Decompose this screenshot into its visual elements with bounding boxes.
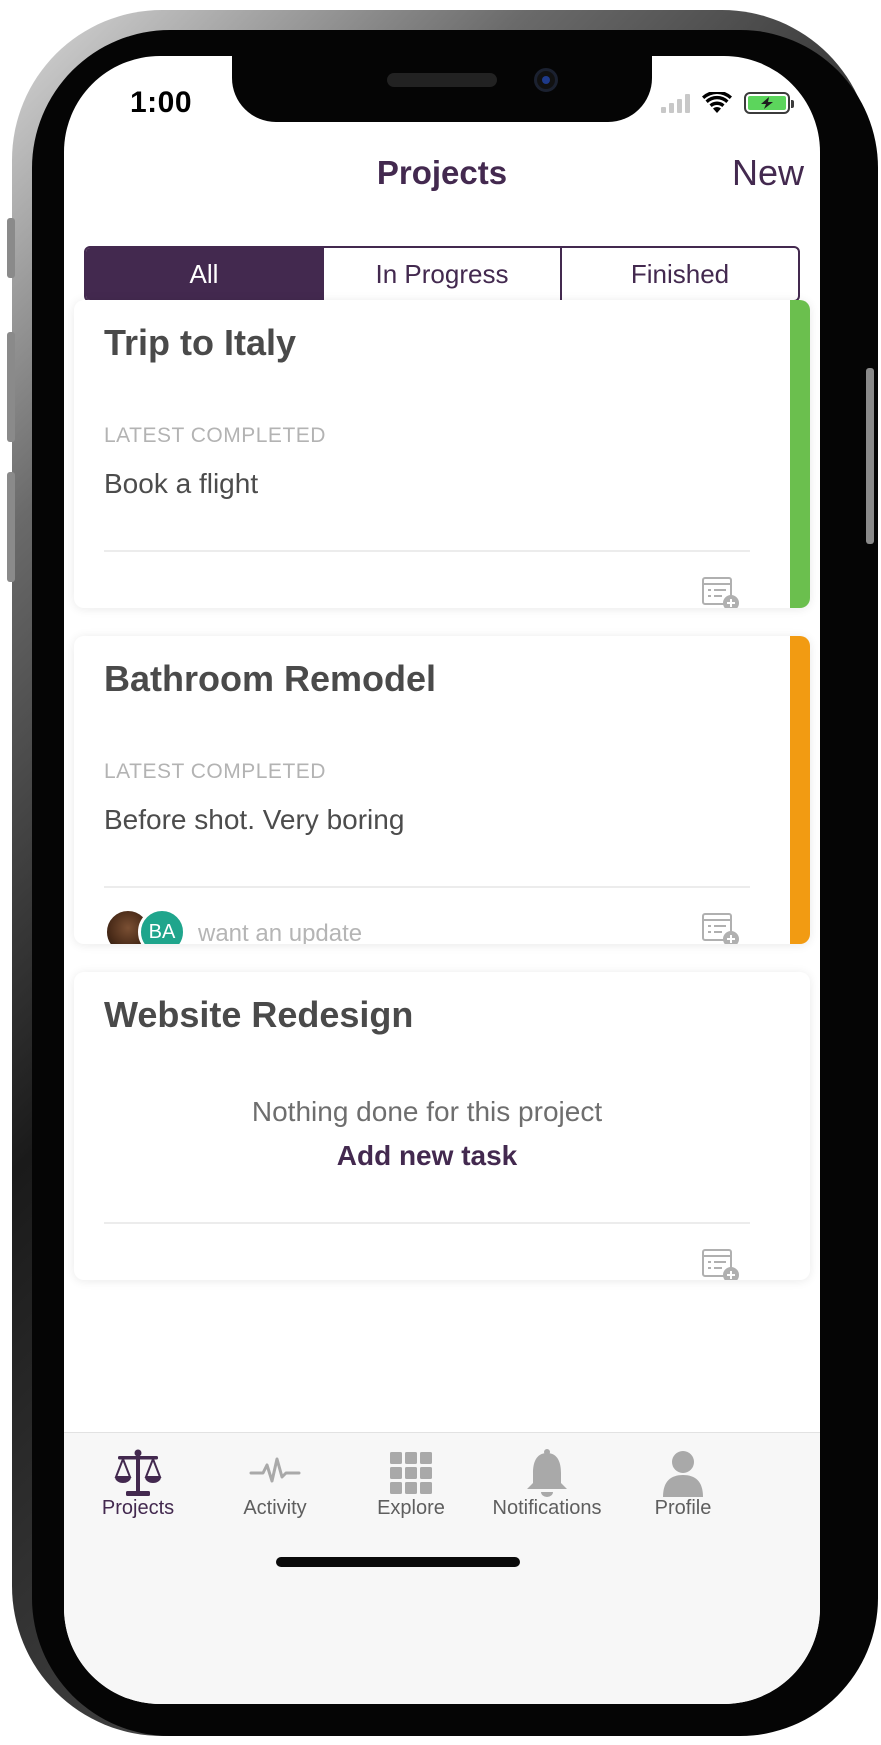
add-new-task-link[interactable]: Add new task [104, 1140, 750, 1172]
add-task-icon[interactable] [702, 1248, 740, 1280]
status-icons [661, 92, 794, 114]
latest-completed-label: LATEST COMPLETED [104, 424, 326, 447]
grid-icon [390, 1452, 432, 1494]
card-divider [104, 886, 750, 888]
add-task-icon[interactable] [702, 576, 740, 608]
tab-label: Activity [243, 1497, 307, 1519]
card-divider [104, 550, 750, 552]
project-filter: All In Progress Finished [84, 246, 800, 302]
battery-icon [744, 92, 794, 114]
card-divider [104, 1222, 750, 1224]
volume-up-button [7, 332, 15, 442]
status-accent-bar [790, 300, 810, 608]
avatar-initials: BA [138, 908, 186, 944]
project-card-trip-to-italy[interactable]: Trip to Italy LATEST COMPLETED Book a fl… [74, 300, 810, 608]
filter-finished[interactable]: Finished [560, 248, 798, 300]
person-icon [663, 1451, 703, 1497]
wifi-icon [702, 92, 732, 113]
status-accent-bar [790, 636, 810, 944]
latest-completed-task: Before shot. Very boring [104, 804, 405, 835]
member-avatars[interactable]: BA [104, 908, 186, 944]
filter-all[interactable]: All [86, 248, 322, 300]
volume-down-button [7, 472, 15, 582]
tab-bar: Projects Activity Explore Notifications … [64, 1432, 820, 1704]
tab-label: Explore [377, 1497, 445, 1519]
signal-icon [661, 93, 690, 113]
latest-completed-task: Book a flight [104, 468, 259, 499]
speaker-grille [387, 73, 497, 87]
empty-project-message: Nothing done for this project [251, 1096, 603, 1127]
tab-label: Profile [654, 1497, 712, 1519]
status-time: 1:00 [130, 86, 193, 119]
project-title: Website Redesign [104, 994, 414, 1035]
bell-icon [527, 1449, 567, 1497]
mute-switch [7, 218, 15, 278]
project-title: Bathroom Remodel [104, 658, 437, 699]
scales-icon [114, 1449, 162, 1496]
tab-label: Notifications [492, 1497, 602, 1519]
screen: 1:00 Projects New All In Progress Finish… [64, 56, 820, 1704]
new-project-button[interactable]: New [732, 152, 804, 194]
latest-completed-label: LATEST COMPLETED [104, 760, 326, 783]
filter-in-progress[interactable]: In Progress [322, 248, 560, 300]
tab-label: Projects [101, 1497, 175, 1519]
add-task-icon[interactable] [702, 912, 740, 944]
pulse-icon [249, 1457, 301, 1483]
project-title: Trip to Italy [104, 322, 297, 363]
project-card-bathroom-remodel[interactable]: Bathroom Remodel LATEST COMPLETED Before… [74, 636, 810, 944]
page-title: Projects [376, 154, 508, 191]
update-request-text: want an update [198, 920, 363, 944]
power-button [866, 368, 874, 544]
notch [232, 56, 652, 122]
project-card-website-redesign[interactable]: Website Redesign Nothing done for this p… [74, 972, 810, 1280]
home-indicator[interactable] [276, 1557, 520, 1567]
front-camera [534, 68, 558, 92]
